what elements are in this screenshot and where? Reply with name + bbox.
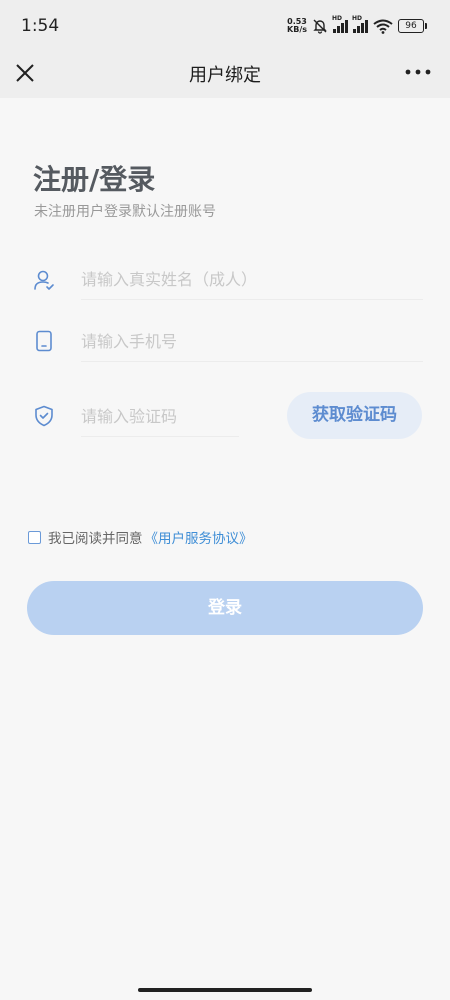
verification-code-input[interactable] (81, 396, 239, 437)
user-icon (34, 270, 54, 290)
status-bar: 1:54 0.53 KB/s HD HD 96 (0, 0, 450, 48)
hd-label: HD (352, 15, 363, 22)
wifi-icon (373, 19, 393, 34)
phone-icon (36, 330, 52, 352)
user-agreement-link[interactable]: 《用户服务协议》 (145, 527, 253, 547)
mute-bell-icon (313, 19, 327, 34)
form-subtitle: 未注册用户登录默认注册账号 (34, 204, 216, 220)
nav-bar: 用户绑定 (0, 48, 450, 98)
agreement-checkbox[interactable] (28, 530, 41, 544)
agreement-row: 我已阅读并同意 《用户服务协议》 (28, 527, 253, 547)
phone-input[interactable] (81, 321, 423, 362)
signal-icon: HD (352, 15, 368, 33)
page-title: 用户绑定 (189, 65, 261, 86)
network-speed: 0.53 KB/s (287, 18, 307, 34)
battery-icon: 96 (398, 19, 427, 33)
home-indicator[interactable] (138, 988, 312, 992)
hd-label: HD (332, 15, 343, 22)
signal-icon: HD (332, 15, 348, 33)
agreement-text: 我已阅读并同意 (48, 531, 143, 547)
status-icons: 0.53 KB/s HD HD 96 (287, 15, 427, 34)
get-code-button[interactable]: 获取验证码 (287, 392, 422, 439)
more-icon[interactable] (404, 62, 432, 82)
status-time: 1:54 (21, 16, 60, 36)
name-input[interactable] (81, 259, 423, 300)
shield-check-icon (35, 405, 53, 427)
form-title: 注册/登录 (33, 163, 156, 196)
login-button[interactable]: 登录 (27, 581, 423, 635)
network-speed-unit: KB/s (287, 25, 307, 34)
